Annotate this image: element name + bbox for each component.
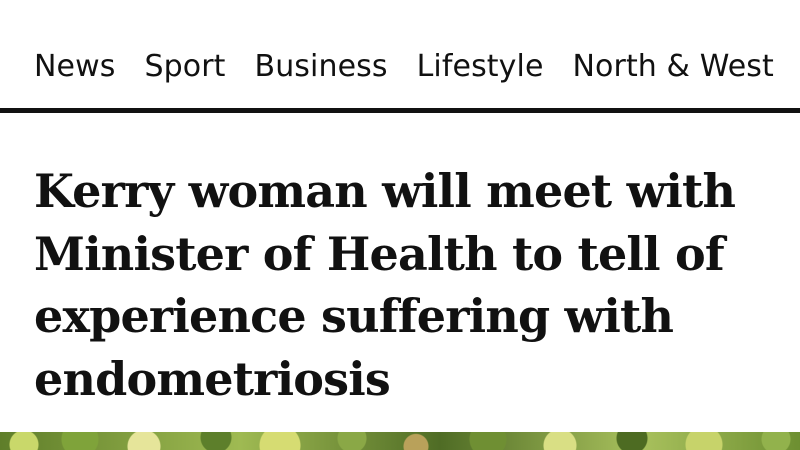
section-nav: News Sport Business Lifestyle North & West <box>0 0 800 108</box>
nav-item-lifestyle[interactable]: Lifestyle <box>417 47 544 87</box>
article-hero-image <box>0 432 800 450</box>
article-headline: Kerry woman will meet with Minister of H… <box>34 164 736 406</box>
article-page: News Sport Business Lifestyle North & West K… <box>0 0 800 450</box>
nav-divider <box>0 108 800 113</box>
nav-item-news[interactable]: News <box>34 47 115 87</box>
section-nav-list: News Sport Business Lifestyle North & West <box>34 47 800 87</box>
nav-item-business[interactable]: Business <box>255 47 388 87</box>
nav-item-sport[interactable]: Sport <box>144 47 225 87</box>
nav-item-north-west[interactable]: North & West <box>573 47 774 87</box>
